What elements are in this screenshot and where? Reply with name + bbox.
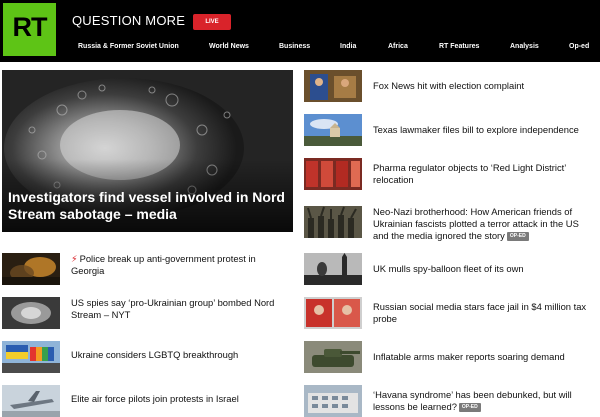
nav-item-russia[interactable]: Russia & Former Soviet Union [78, 40, 179, 54]
story-headline[interactable]: Pharma regulator objects to ‘Red Light D… [373, 162, 597, 186]
list-item[interactable]: Russian social media stars face jail in … [304, 297, 598, 331]
social-media-stars-image [304, 297, 362, 329]
rally-crowd-image [304, 206, 362, 238]
logo-text: RT [12, 12, 48, 42]
havana-embassy-image [304, 385, 362, 417]
list-item[interactable]: ‘Havana syndrome’ has been debunked, but… [304, 385, 598, 417]
story-headline[interactable]: Russian social media stars face jail in … [373, 301, 597, 325]
story-thumbnail[interactable] [2, 253, 60, 285]
list-item[interactable]: Neo-Nazi brotherhood: How American frien… [304, 206, 598, 246]
list-item[interactable]: US spies say ‘pro-Ukrainian group’ bombe… [2, 297, 292, 331]
story-thumbnail[interactable] [304, 70, 362, 102]
hero-headline[interactable]: Investigators find vessel involved in No… [8, 189, 288, 223]
nav-item-business[interactable]: Business [279, 40, 310, 54]
fighter-jet-image [2, 385, 60, 417]
story-thumbnail[interactable] [304, 206, 362, 238]
list-item[interactable]: Inflatable arms maker reports soaring de… [304, 341, 598, 375]
story-thumbnail[interactable] [304, 341, 362, 373]
texas-skyline-image [304, 114, 362, 146]
story-headline[interactable]: US spies say ‘pro-Ukrainian group’ bombe… [71, 297, 291, 321]
list-item[interactable]: Elite air force pilots join protests in … [2, 385, 292, 417]
story-thumbnail[interactable] [304, 385, 362, 417]
story-headline[interactable]: ⚡ Police break up anti-government protest… [71, 253, 291, 277]
underwater-bubbles-image [2, 297, 60, 329]
list-item[interactable]: ⚡ Police break up anti-government protest… [2, 253, 292, 287]
story-headline[interactable]: Neo-Nazi brotherhood: How American frien… [373, 206, 597, 242]
main-nav: Russia & Former Soviet Union World News … [0, 40, 600, 54]
story-headline[interactable]: ‘Havana syndrome’ has been debunked, but… [373, 389, 597, 413]
list-item[interactable]: Fox News hit with election complaint [304, 70, 598, 104]
story-headline[interactable]: Ukraine considers LGBTQ breakthrough [71, 349, 291, 361]
lightning-icon: ⚡ [71, 253, 78, 264]
inflatable-tank-image [304, 341, 362, 373]
story-headline[interactable]: UK mulls spy-balloon fleet of its own [373, 263, 597, 275]
big-ben-image [304, 253, 362, 285]
story-headline[interactable]: Elite air force pilots join protests in … [71, 393, 291, 405]
nav-item-analysis[interactable]: Analysis [510, 40, 539, 54]
story-headline[interactable]: Fox News hit with election complaint [373, 80, 597, 92]
story-thumbnail[interactable] [304, 297, 362, 329]
story-thumbnail[interactable] [304, 158, 362, 190]
protest-night-image [2, 253, 60, 285]
nav-item-africa[interactable]: Africa [388, 40, 408, 54]
op-ed-badge: OP-ED [458, 403, 481, 412]
tagline: QUESTION MORE [72, 13, 186, 28]
nav-item-rt-features[interactable]: RT Features [439, 40, 479, 54]
nav-item-india[interactable]: India [340, 40, 356, 54]
story-thumbnail[interactable] [304, 114, 362, 146]
story-headline[interactable]: Inflatable arms maker reports soaring de… [373, 351, 597, 363]
list-item[interactable]: Ukraine considers LGBTQ breakthrough [2, 341, 292, 375]
story-thumbnail[interactable] [304, 253, 362, 285]
op-ed-badge: OP-ED [506, 232, 529, 241]
hero-story[interactable]: Investigators find vessel involved in No… [2, 70, 293, 232]
red-light-district-image [304, 158, 362, 190]
flags-image [2, 341, 60, 373]
site-header: RT QUESTION MORE LIVE Russia & Former So… [0, 0, 600, 62]
live-button[interactable]: LIVE [193, 14, 231, 30]
list-item[interactable]: UK mulls spy-balloon fleet of its own [304, 253, 598, 287]
story-thumbnail[interactable] [2, 297, 60, 329]
story-thumbnail[interactable] [2, 341, 60, 373]
nav-item-op-ed[interactable]: Op-ed [569, 40, 589, 54]
list-item[interactable]: Pharma regulator objects to ‘Red Light D… [304, 158, 598, 192]
list-item[interactable]: Texas lawmaker files bill to explore ind… [304, 114, 598, 148]
fox-news-image [304, 70, 362, 102]
story-headline[interactable]: Texas lawmaker files bill to explore ind… [373, 124, 597, 136]
nav-item-world-news[interactable]: World News [209, 40, 249, 54]
story-thumbnail[interactable] [2, 385, 60, 417]
